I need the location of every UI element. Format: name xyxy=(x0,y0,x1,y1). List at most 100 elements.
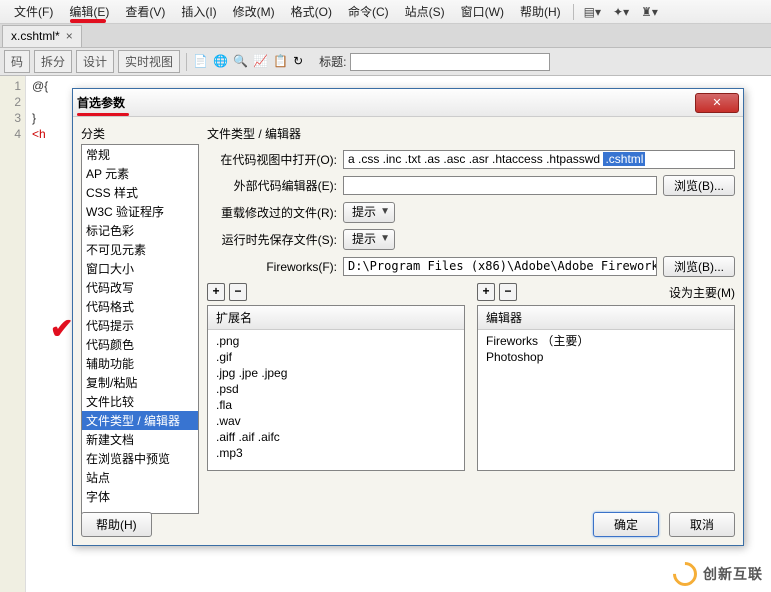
code-view-button[interactable]: 码 xyxy=(4,50,30,73)
layout-icon[interactable]: ▤▾ xyxy=(578,3,607,21)
open-in-code-label: 在代码视图中打开(O): xyxy=(207,151,337,168)
tab-close-icon[interactable]: × xyxy=(66,29,73,43)
extension-item[interactable]: .jpg .jpe .jpeg xyxy=(216,365,456,381)
extensions-listbox[interactable]: 扩展名 .png.gif.jpg .jpe .jpeg.psd.fla.wav.… xyxy=(207,305,465,471)
category-item[interactable]: 在浏览器中预览 xyxy=(82,449,198,468)
ed-remove-button[interactable]: − xyxy=(499,283,517,301)
ok-button[interactable]: 确定 xyxy=(593,512,659,537)
save-on-launch-select[interactable]: 提示 xyxy=(343,229,395,250)
live-view-button[interactable]: 实时视图 xyxy=(118,50,180,73)
tool-icon-e[interactable]: 📋 xyxy=(273,54,289,70)
category-item[interactable]: CSS 样式 xyxy=(82,183,198,202)
tool-icon-3[interactable]: ♜▾ xyxy=(635,3,664,21)
extensions-header: 扩展名 xyxy=(208,306,464,330)
extension-item[interactable]: .fla xyxy=(216,397,456,413)
category-list[interactable]: 常规AP 元素CSS 样式W3C 验证程序标记色彩不可见元素窗口大小代码改写代码… xyxy=(81,144,199,514)
editors-toolbar: + − 设为主要(M) xyxy=(477,283,735,301)
category-item[interactable]: 代码改写 xyxy=(82,278,198,297)
category-item[interactable]: W3C 验证程序 xyxy=(82,202,198,221)
extension-item[interactable]: .mp3 xyxy=(216,445,456,461)
extension-item[interactable]: .psd xyxy=(216,381,456,397)
extension-item[interactable]: .wav xyxy=(216,413,456,429)
tool-icon-2[interactable]: ✦▾ xyxy=(607,3,635,21)
fireworks-label: Fireworks(F): xyxy=(207,260,337,274)
open-in-code-value: a .css .inc .txt .as .asc .asr .htaccess… xyxy=(348,152,603,166)
category-item[interactable]: 字体 xyxy=(82,487,198,506)
browse-button-2[interactable]: 浏览(B)... xyxy=(663,256,735,277)
category-item[interactable]: 标记色彩 xyxy=(82,221,198,240)
line-gutter: 1 2 3 4 xyxy=(0,76,26,592)
watermark-logo-icon xyxy=(668,557,702,591)
document-tabbar: x.cshtml* × xyxy=(0,24,771,48)
category-item[interactable]: 站点 xyxy=(82,468,198,487)
cancel-button[interactable]: 取消 xyxy=(669,512,735,537)
menubar: 文件(F) 编辑(E) 查看(V) 插入(I) 修改(M) 格式(O) 命令(C… xyxy=(0,0,771,24)
save-on-launch-row: 运行时先保存文件(S): 提示 xyxy=(207,229,735,250)
extension-item[interactable]: .gif xyxy=(216,349,456,365)
menu-view[interactable]: 查看(V) xyxy=(117,0,173,23)
menu-format[interactable]: 格式(O) xyxy=(283,0,340,23)
fireworks-input[interactable]: D:\Program Files (x86)\Adobe\Adobe Firew… xyxy=(343,257,657,276)
editors-column: + − 设为主要(M) 编辑器 Fireworks （主要）Photoshop xyxy=(477,283,735,471)
open-in-code-selection: .cshtml xyxy=(603,152,645,166)
reload-files-select[interactable]: 提示 xyxy=(343,202,395,223)
menu-insert[interactable]: 插入(I) xyxy=(173,0,224,23)
tool-icon-c[interactable]: 🔍 xyxy=(233,54,249,70)
help-button[interactable]: 帮助(H) xyxy=(81,512,152,537)
ed-add-button[interactable]: + xyxy=(477,283,495,301)
line-number: 2 xyxy=(0,94,21,110)
editors-header: 编辑器 xyxy=(478,306,734,330)
editors-body: Fireworks （主要）Photoshop xyxy=(478,330,734,368)
category-item[interactable]: 文件比较 xyxy=(82,392,198,411)
code-line: } xyxy=(32,110,48,126)
set-primary-button[interactable]: 设为主要(M) xyxy=(669,284,735,301)
document-tab[interactable]: x.cshtml* × xyxy=(2,25,82,47)
editor-item[interactable]: Fireworks （主要） xyxy=(486,333,726,349)
extensions-body: .png.gif.jpg .jpe .jpeg.psd.fla.wav.aiff… xyxy=(208,330,464,464)
line-number: 3 xyxy=(0,110,21,126)
watermark-text: 创新互联 xyxy=(703,564,763,584)
menu-window[interactable]: 窗口(W) xyxy=(453,0,512,23)
menu-modify[interactable]: 修改(M) xyxy=(225,0,283,23)
dialog-footer: 帮助(H) 确定 取消 xyxy=(81,512,735,537)
category-item[interactable]: 代码提示 xyxy=(82,316,198,335)
title-label: 标题: xyxy=(319,53,346,70)
title-input[interactable] xyxy=(350,53,550,71)
menu-site[interactable]: 站点(S) xyxy=(397,0,453,23)
menu-help[interactable]: 帮助(H) xyxy=(512,0,569,23)
category-item[interactable]: 文件类型 / 编辑器 xyxy=(82,411,198,430)
code-content[interactable]: @{ } <h xyxy=(26,76,54,592)
dialog-close-button[interactable]: ✕ xyxy=(695,93,739,113)
tool-icon-b[interactable]: 🌐 xyxy=(213,54,229,70)
open-in-code-input[interactable]: a .css .inc .txt .as .asc .asr .htaccess… xyxy=(343,150,735,169)
category-item[interactable]: 代码颜色 xyxy=(82,335,198,354)
design-view-button[interactable]: 设计 xyxy=(76,50,114,73)
editors-listbox[interactable]: 编辑器 Fireworks （主要）Photoshop xyxy=(477,305,735,471)
ext-remove-button[interactable]: − xyxy=(229,283,247,301)
extensions-toolbar: + − xyxy=(207,283,465,301)
category-item[interactable]: 常规 xyxy=(82,145,198,164)
tool-icon-a[interactable]: 📄 xyxy=(193,54,209,70)
toolbar-separator xyxy=(186,53,187,71)
editor-item[interactable]: Photoshop xyxy=(486,349,726,365)
category-item[interactable]: 复制/粘贴 xyxy=(82,373,198,392)
category-item[interactable]: 代码格式 xyxy=(82,297,198,316)
menu-commands[interactable]: 命令(C) xyxy=(340,0,397,23)
menu-file[interactable]: 文件(F) xyxy=(6,0,61,23)
tab-label: x.cshtml* xyxy=(11,29,60,43)
category-item[interactable]: 窗口大小 xyxy=(82,259,198,278)
tool-icon-d[interactable]: 📈 xyxy=(253,54,269,70)
dialog-titlebar: 首选参数 ✕ xyxy=(73,89,743,117)
tool-icon-f[interactable]: ↻ xyxy=(293,54,309,70)
annotation-underline-title xyxy=(77,113,129,116)
category-item[interactable]: 不可见元素 xyxy=(82,240,198,259)
split-view-button[interactable]: 拆分 xyxy=(34,50,72,73)
external-editor-input[interactable] xyxy=(343,176,657,195)
browse-button-1[interactable]: 浏览(B)... xyxy=(663,175,735,196)
category-item[interactable]: 辅助功能 xyxy=(82,354,198,373)
ext-add-button[interactable]: + xyxy=(207,283,225,301)
extension-item[interactable]: .aiff .aif .aifc xyxy=(216,429,456,445)
extension-item[interactable]: .png xyxy=(216,333,456,349)
category-item[interactable]: 新建文档 xyxy=(82,430,198,449)
category-item[interactable]: AP 元素 xyxy=(82,164,198,183)
